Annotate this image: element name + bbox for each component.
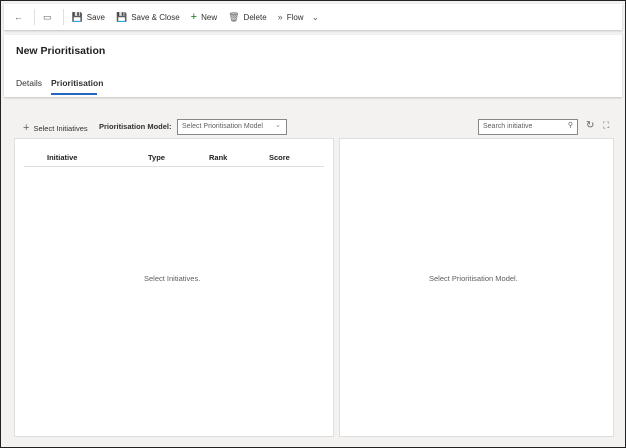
column-initiative[interactable]: Initiative: [47, 153, 77, 162]
app-window: ← ▭ 💾 Save 💾 Save & Close + New 🗑 Delete » Fl…: [0, 0, 626, 448]
model-label: Prioritisation Model:: [99, 122, 172, 131]
save-close-icon: 💾: [115, 11, 128, 22]
save-close-button[interactable]: 💾 Save & Close: [115, 11, 180, 22]
flow-icon: »: [277, 11, 283, 22]
divider: [34, 9, 35, 25]
open-in-new-window-icon[interactable]: ▭: [43, 12, 52, 22]
fullscreen-icon[interactable]: ⛶: [603, 120, 609, 131]
active-tab-indicator: [51, 93, 97, 95]
save-icon: 💾: [71, 11, 83, 22]
flow-button[interactable]: » Flow ⌄: [277, 11, 320, 22]
divider: [62, 9, 64, 25]
plus-icon: +: [23, 122, 30, 134]
chevron-down-icon: ⌄: [275, 122, 281, 129]
tab-details[interactable]: Details: [16, 78, 42, 88]
new-button[interactable]: + New: [190, 10, 217, 23]
initiatives-empty-message: Select Initiatives.: [144, 274, 201, 283]
command-bar: ← ▭ 💾 Save 💾 Save & Close + New 🗑 Delete » Fl…: [4, 4, 622, 30]
save-button[interactable]: 💾 Save: [71, 11, 105, 22]
search-icon: ⚲: [567, 122, 573, 129]
column-score[interactable]: Score: [269, 153, 290, 162]
chevron-down-icon: ⌄: [311, 11, 320, 22]
form-header: New Prioritisation Details Prioritisatio…: [4, 35, 622, 97]
divider: [24, 166, 324, 167]
delete-button[interactable]: 🗑 Delete: [228, 11, 267, 22]
model-empty-message: Select Prioritisation Model.: [429, 274, 518, 283]
plus-icon: +: [190, 10, 198, 23]
initiatives-panel: [14, 138, 334, 437]
tab-prioritisation[interactable]: Prioritisation: [51, 78, 103, 88]
column-type[interactable]: Type: [148, 153, 165, 162]
refresh-icon[interactable]: ↻: [586, 120, 594, 131]
model-panel: [339, 138, 614, 437]
column-rank[interactable]: Rank: [209, 153, 227, 162]
search-input[interactable]: Search initiative ⚲: [478, 119, 578, 135]
page-title: New Prioritisation: [16, 45, 106, 57]
select-initiatives-button[interactable]: + Select Initiatives: [23, 122, 88, 134]
back-icon[interactable]: ←: [14, 12, 23, 22]
prioritisation-model-select[interactable]: Select Prioritisation Model ⌄: [177, 119, 287, 135]
trash-icon: 🗑: [228, 11, 240, 22]
